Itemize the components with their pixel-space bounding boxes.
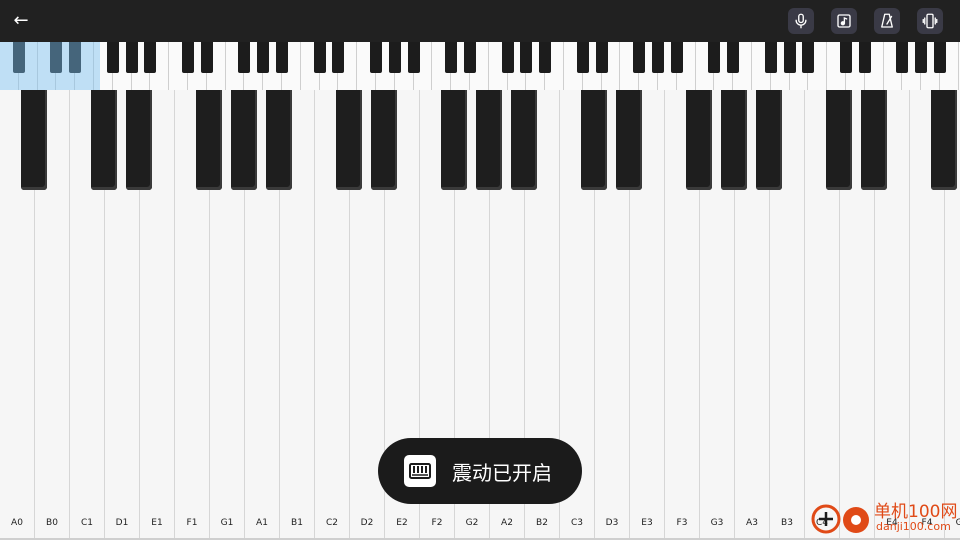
key-label: C3	[570, 518, 583, 528]
overview-black-key	[257, 42, 270, 73]
key-label: G1	[220, 518, 234, 528]
key-label: B2	[536, 518, 548, 528]
song-button[interactable]	[831, 8, 857, 34]
black-key-csharp2[interactable]	[336, 90, 362, 190]
overview-black-key	[182, 42, 194, 73]
toast-message: 震动已开启	[452, 460, 552, 485]
key-label: G3	[710, 518, 724, 528]
overview-black-key	[144, 42, 157, 73]
overview-black-key	[934, 42, 946, 73]
key-label: D2	[360, 518, 374, 528]
black-key-asharp2[interactable]	[511, 90, 537, 190]
overview-black-key	[858, 42, 871, 73]
overview-black-key	[915, 42, 928, 73]
black-key-csharp4[interactable]	[826, 90, 852, 190]
black-key-csharp3[interactable]	[581, 90, 607, 190]
key-label: F3	[676, 518, 688, 528]
black-key-csharp1[interactable]	[91, 90, 117, 190]
key-label: G2	[465, 518, 479, 528]
black-key-asharp0[interactable]	[21, 90, 47, 190]
metronome-button[interactable]	[874, 8, 900, 34]
key-label: D1	[115, 518, 129, 528]
back-button[interactable]: ←	[8, 8, 34, 34]
overview-black-key	[727, 42, 740, 73]
overview-black-key	[595, 42, 608, 73]
overview-black-key	[106, 42, 119, 73]
key-label: A0	[11, 518, 23, 528]
overview-black-key	[501, 42, 514, 73]
key-label: F2	[431, 518, 443, 528]
key-label: A3	[746, 518, 758, 528]
black-key-gsharp3[interactable]	[721, 90, 747, 190]
black-key-fsharp2[interactable]	[441, 90, 467, 190]
overview-black-key	[520, 42, 533, 73]
overview-black-key	[633, 42, 646, 73]
key-label: A2	[501, 518, 513, 528]
microphone-button[interactable]	[788, 8, 814, 34]
vibrate-button[interactable]	[917, 8, 943, 34]
overview-black-key	[576, 42, 589, 73]
watermark-title: 单机100网	[874, 502, 958, 522]
overview-black-key	[313, 42, 326, 73]
overview-black-key	[783, 42, 796, 73]
key-label: C2	[325, 518, 338, 528]
overview-black-key	[896, 42, 909, 73]
overview-black-key	[652, 42, 664, 73]
overview-black-key	[764, 42, 777, 73]
vibration-toast: 震动已开启	[378, 438, 582, 504]
overview-black-key	[370, 42, 382, 73]
black-key-asharp3[interactable]	[756, 90, 782, 190]
visible-range-highlight[interactable]	[0, 42, 100, 90]
arrow-left-icon: ←	[13, 10, 29, 31]
black-key-fsharp1[interactable]	[196, 90, 222, 190]
overview-black-key	[238, 42, 251, 73]
black-key-dsharp1[interactable]	[126, 90, 152, 190]
overview-black-key	[708, 42, 721, 73]
overview-black-key	[332, 42, 345, 73]
watermark-logo	[811, 504, 869, 534]
overview-black-key	[539, 42, 552, 73]
watermark: 单机100网 danji100.com	[808, 496, 960, 540]
key-label: C1	[80, 518, 93, 528]
black-key-fsharp3[interactable]	[686, 90, 712, 190]
overview-black-key	[388, 42, 401, 73]
black-key-asharp1[interactable]	[266, 90, 292, 190]
watermark-url: danji100.com	[876, 520, 951, 533]
black-key-gsharp2[interactable]	[476, 90, 502, 190]
metronome-icon	[881, 13, 893, 28]
black-key-gsharp1[interactable]	[231, 90, 257, 190]
black-key-fsharp4[interactable]	[931, 90, 957, 190]
key-label: B3	[781, 518, 793, 528]
key-label: E3	[641, 518, 653, 528]
key-label: B0	[46, 518, 58, 528]
black-key-dsharp4[interactable]	[861, 90, 887, 190]
key-label: A1	[256, 518, 268, 528]
black-key-dsharp2[interactable]	[371, 90, 397, 190]
overview-black-key	[445, 42, 458, 73]
music-note-icon	[837, 14, 851, 28]
overview-black-key	[407, 42, 420, 73]
keyboard-overview[interactable]	[0, 42, 960, 90]
key-label: E1	[151, 518, 163, 528]
key-label: E2	[396, 518, 408, 528]
overview-black-key	[464, 42, 476, 73]
overview-black-key	[125, 42, 138, 73]
key-label: F1	[186, 518, 198, 528]
overview-black-key	[840, 42, 852, 73]
overview-black-key	[670, 42, 683, 73]
overview-black-key	[802, 42, 815, 73]
key-label: B1	[291, 518, 303, 528]
vibrate-icon	[922, 13, 938, 29]
microphone-icon	[795, 13, 807, 29]
black-key-dsharp3[interactable]	[616, 90, 642, 190]
overview-black-key	[276, 42, 288, 73]
top-toolbar: ←	[0, 0, 960, 42]
key-label: D3	[605, 518, 619, 528]
overview-black-key	[200, 42, 213, 73]
piano-icon	[404, 455, 436, 487]
